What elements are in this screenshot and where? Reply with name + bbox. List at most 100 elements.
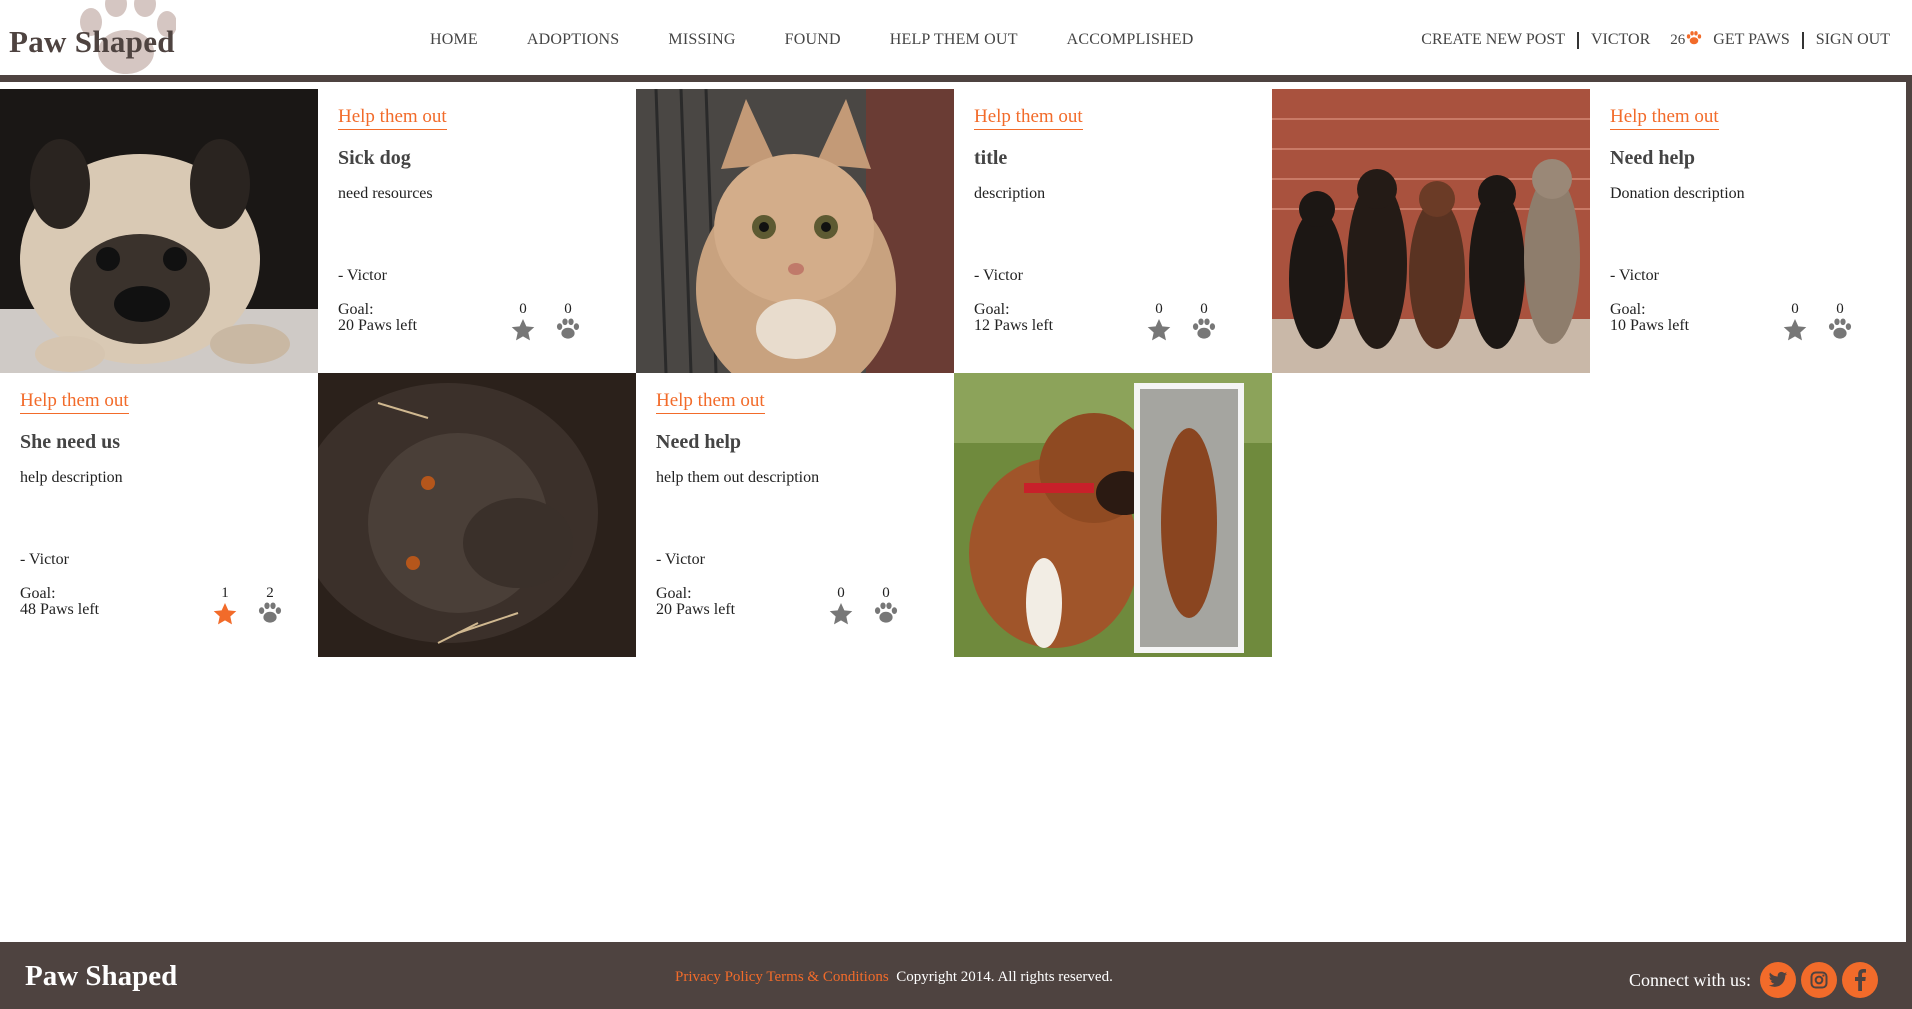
dogs-photo <box>1272 89 1590 373</box>
post-card[interactable]: Help them out title description - Victor… <box>954 89 1272 373</box>
goal-value: 20 Paws left <box>656 601 736 618</box>
post-goal: Goal: 10 Paws left <box>1610 302 1689 334</box>
star-button[interactable]: 0 <box>1144 302 1174 342</box>
instagram-icon[interactable] <box>1801 962 1837 998</box>
post-title: title <box>974 147 1008 169</box>
goal-value: 10 Paws left <box>1610 317 1690 334</box>
post-category-link[interactable]: Help them out <box>338 106 447 130</box>
paw-button[interactable]: 0 <box>1189 302 1219 340</box>
nav-adoptions[interactable]: ADOPTIONS <box>527 31 619 49</box>
star-icon <box>1147 319 1171 341</box>
post-card[interactable]: Help them out Sick dog need resources - … <box>318 89 636 373</box>
star-button[interactable]: 0 <box>1780 302 1810 342</box>
star-icon <box>213 603 237 625</box>
star-count: 1 <box>221 585 229 601</box>
boxer-photo <box>954 373 1272 657</box>
post-image-cat[interactable] <box>636 89 954 373</box>
facebook-icon[interactable] <box>1842 962 1878 998</box>
sign-out-link[interactable]: SIGN OUT <box>1816 31 1890 49</box>
site-footer: Paw Shaped Privacy Policy Terms & Condit… <box>0 942 1906 1009</box>
post-card[interactable]: Help them out Need help Donation descrip… <box>1590 89 1906 373</box>
post-image-boxer[interactable] <box>954 373 1272 657</box>
paw-icon <box>1828 318 1852 339</box>
create-post-link[interactable]: CREATE NEW POST <box>1421 31 1565 49</box>
star-icon <box>829 603 853 625</box>
post-author: - Victor <box>20 551 69 568</box>
post-title: She need us <box>20 431 121 453</box>
paw-count: 0 <box>1836 301 1844 317</box>
star-button[interactable]: 0 <box>826 586 856 626</box>
star-count: 0 <box>519 301 527 317</box>
divider <box>1577 31 1579 49</box>
post-title: Need help <box>656 431 741 453</box>
page-right-border <box>1906 82 1912 1009</box>
site-logo[interactable]: Paw Shaped <box>9 0 209 82</box>
goal-label: Goal: <box>1610 301 1646 318</box>
paw-icon <box>258 602 282 623</box>
footer-links: Privacy Policy Terms & Conditions Copyri… <box>675 969 1113 986</box>
main-nav: HOME ADOPTIONS MISSING FOUND HELP THEM O… <box>430 31 1243 49</box>
star-button[interactable]: 1 <box>210 586 240 626</box>
paw-count: 0 <box>564 301 572 317</box>
post-description: help description <box>20 469 123 486</box>
footer-logo[interactable]: Paw Shaped <box>25 960 177 993</box>
get-paws-link[interactable]: GET PAWS <box>1713 31 1790 49</box>
post-card[interactable]: Help them out Need help help them out de… <box>636 373 954 657</box>
post-author: - Victor <box>1610 267 1659 284</box>
user-nav: CREATE NEW POST VICTOR 26 GET PAWS SIGN … <box>1421 31 1890 49</box>
post-category-link[interactable]: Help them out <box>20 390 129 414</box>
paw-button[interactable]: 2 <box>255 586 285 624</box>
terms-link[interactable]: Terms & Conditions <box>766 969 888 985</box>
post-title: Sick dog <box>338 147 411 169</box>
goal-value: 20 Paws left <box>338 317 418 334</box>
logo-text: Paw Shaped <box>9 24 175 59</box>
paws-balance: 26 <box>1670 31 1702 49</box>
post-author: - Victor <box>338 267 387 284</box>
star-count: 0 <box>1791 301 1799 317</box>
paws-balance-value: 26 <box>1670 32 1686 48</box>
goal-value: 48 Paws left <box>20 601 100 618</box>
paw-count: 2 <box>266 585 274 601</box>
nav-missing[interactable]: MISSING <box>668 31 735 49</box>
post-author: - Victor <box>656 551 705 568</box>
post-description: description <box>974 185 1046 202</box>
nav-accomplished[interactable]: ACCOMPLISHED <box>1067 31 1194 49</box>
paw-button[interactable]: 0 <box>553 302 583 340</box>
post-description: need resources <box>338 185 433 202</box>
post-description: Donation description <box>1610 185 1745 202</box>
paw-button[interactable]: 0 <box>1825 302 1855 340</box>
nav-found[interactable]: FOUND <box>785 31 841 49</box>
post-category-link[interactable]: Help them out <box>1610 106 1719 130</box>
connect-label: Connect with us: <box>1629 969 1751 990</box>
post-category-link[interactable]: Help them out <box>656 390 765 414</box>
post-image-pug[interactable] <box>0 89 318 373</box>
copyright-text: Copyright 2014. All rights reserved. <box>896 969 1113 985</box>
post-category-link[interactable]: Help them out <box>974 106 1083 130</box>
post-goal: Goal: 20 Paws left <box>656 586 735 618</box>
post-goal: Goal: 48 Paws left <box>20 586 99 618</box>
posts-grid: Help them out Sick dog need resources - … <box>0 89 1906 657</box>
paw-icon <box>1192 318 1216 339</box>
post-card[interactable]: Help them out She need us help descripti… <box>0 373 318 657</box>
twitter-icon[interactable] <box>1760 962 1796 998</box>
post-image-gorilla[interactable] <box>318 373 636 657</box>
social-links: Connect with us: <box>1629 962 1878 998</box>
nav-help-them-out[interactable]: HELP THEM OUT <box>890 31 1018 49</box>
goal-label: Goal: <box>656 585 692 602</box>
paw-icon <box>556 318 580 339</box>
star-icon <box>511 319 535 341</box>
paw-icon <box>874 602 898 623</box>
nav-home[interactable]: HOME <box>430 31 478 49</box>
divider <box>1801 31 1804 49</box>
post-goal: Goal: 12 Paws left <box>974 302 1053 334</box>
paw-button[interactable]: 0 <box>871 586 901 624</box>
star-icon <box>1783 319 1807 341</box>
paw-icon <box>1687 31 1702 45</box>
post-image-dogs[interactable] <box>1272 89 1590 373</box>
goal-value: 12 Paws left <box>974 317 1054 334</box>
username-link[interactable]: VICTOR <box>1591 31 1650 49</box>
goal-label: Goal: <box>338 301 374 318</box>
star-button[interactable]: 0 <box>508 302 538 342</box>
privacy-policy-link[interactable]: Privacy Policy <box>675 969 763 985</box>
cat-photo <box>636 89 954 373</box>
